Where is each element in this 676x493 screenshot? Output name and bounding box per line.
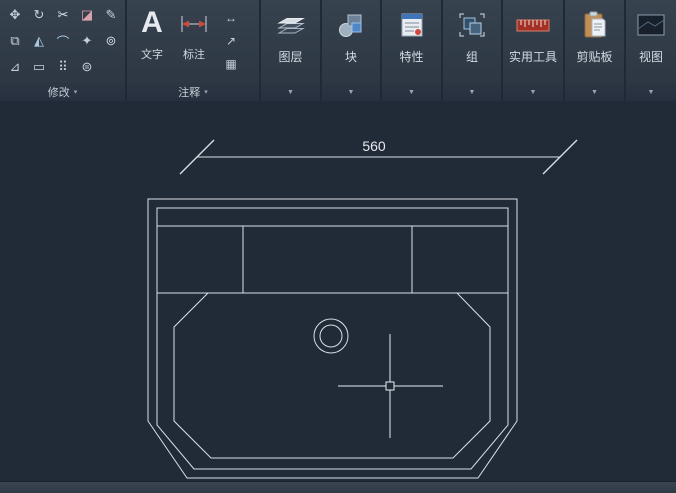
utilities-panel: 实用工具 ▼ [503,0,565,101]
clipboard-panel-expander[interactable]: ▼ [565,83,624,101]
mirror-icon[interactable]: ◭ [27,29,51,53]
view-icon [636,9,666,41]
group-icon [457,9,487,41]
properties-panel: 特性 ▼ [382,0,443,101]
utilities-expander-icon: ▼ [529,88,537,96]
group-label: 组 [465,50,478,64]
multileader-icon[interactable]: ↗ [218,29,244,52]
block-button[interactable]: 块 [322,0,380,83]
layers-button[interactable]: 图层 [261,0,320,83]
move-icon[interactable]: ✥ [3,3,27,27]
block-panel-expander[interactable]: ▼ [322,83,380,101]
basin-outline [173,292,491,459]
group-expander-icon: ▼ [468,88,476,96]
annotate-side-tools: ↔ ↗ ▦ [215,4,247,83]
drawing-canvas[interactable]: 560 [0,101,676,481]
clipboard-expander-icon: ▼ [591,88,598,96]
dimension-button-label: 标注 [183,49,205,61]
properties-panel-expander[interactable]: ▼ [382,83,441,101]
align-icon[interactable]: ⊜ [75,55,99,79]
block-label: 块 [344,50,357,64]
properties-icon [399,9,425,41]
drain-outer-circle [313,318,349,354]
erase-icon[interactable]: ◪ [75,3,99,27]
view-label: 视图 [638,50,663,64]
block-panel: 块 ▼ [322,0,382,101]
rotate-icon[interactable]: ↻ [27,3,51,27]
text-button-label: 文字 [141,49,163,61]
layers-expander-icon: ▼ [287,88,294,96]
view-panel: 视图 ▼ [626,0,676,101]
fillet-icon[interactable]: ⌒ [51,29,75,53]
properties-label: 特性 [399,50,424,64]
group-panel: 组 ▼ [443,0,503,101]
measure-icon[interactable]: ⊿ [3,55,27,79]
group-button[interactable]: 组 [443,0,501,83]
group-panel-expander[interactable]: ▼ [443,83,501,101]
text-button[interactable]: A 文字 [131,4,173,83]
sink-outer-outline [147,198,518,479]
table-icon[interactable]: ▦ [218,52,244,75]
dimension-style-icon[interactable]: ↔ [218,6,244,29]
view-button[interactable]: 视图 [626,0,676,83]
explode-icon[interactable]: ✦ [75,29,99,53]
layers-panel-expander[interactable]: ▼ [261,83,320,101]
offset-icon[interactable]: ⊚ [99,29,123,53]
annotate-panel-label[interactable]: 注释 ▾ [127,83,259,101]
measure-ruler-icon [515,9,551,41]
dimension-icon [177,6,211,42]
pickbox [385,381,395,391]
drain-inner-circle [319,324,343,348]
block-expander-icon: ▼ [347,88,355,96]
clipboard-panel: 剪贴板 ▼ [565,0,626,101]
clipboard-icon [582,9,608,41]
properties-expander-icon: ▼ [408,88,415,96]
command-area-edge[interactable] [0,481,676,493]
layers-label: 图层 [278,50,303,64]
clipboard-button[interactable]: 剪贴板 [565,0,624,83]
text-icon: A [141,6,163,39]
layers-panel: 图层 ▼ [261,0,322,101]
utilities-label: 实用工具 [508,50,557,64]
modify-panel: ✥ ↻ ✂ ◪ ✎ ⧉ ◭ ⌒ ✦ ⊚ ⊿ ▭ ⠿ ⊜ 修改 ▾ [0,0,127,101]
dimension-button[interactable]: 标注 [173,4,215,83]
annotate-expander-icon: ▾ [204,89,208,96]
layers-icon [276,9,306,41]
modify-tools-grid: ✥ ↻ ✂ ◪ ✎ ⧉ ◭ ⌒ ✦ ⊚ ⊿ ▭ ⠿ ⊜ [0,0,125,83]
annotate-panel: A 文字 标注 ↔ ↗ ▦ 注释 ▾ [127,0,261,101]
pencil-icon[interactable]: ✎ [99,3,123,27]
autocad-window: ✥ ↻ ✂ ◪ ✎ ⧉ ◭ ⌒ ✦ ⊚ ⊿ ▭ ⠿ ⊜ 修改 ▾ A 文字 标注… [0,0,676,493]
trim-icon[interactable]: ✂ [51,3,75,27]
array-icon[interactable]: ⠿ [51,55,75,79]
clipboard-label: 剪贴板 [576,50,613,64]
view-panel-expander[interactable]: ▼ [626,83,676,101]
dimension-text: 560 [362,138,386,154]
scale-icon[interactable]: ▭ [27,55,51,79]
annotate-panel-title: 注释 [178,87,201,99]
copy-icon[interactable]: ⧉ [3,29,27,53]
utilities-button[interactable]: 实用工具 [503,0,563,83]
modify-panel-title: 修改 [47,87,70,99]
sink-inner-outline [156,207,509,470]
view-expander-icon: ▼ [647,88,655,96]
properties-button[interactable]: 特性 [382,0,441,83]
utilities-panel-expander[interactable]: ▼ [503,83,563,101]
block-icon [336,9,366,41]
modify-expander-icon: ▾ [73,89,78,96]
ribbon: ✥ ↻ ✂ ◪ ✎ ⧉ ◭ ⌒ ✦ ⊚ ⊿ ▭ ⠿ ⊜ 修改 ▾ A 文字 标注… [0,0,676,101]
modify-panel-label[interactable]: 修改 ▾ [0,83,125,101]
